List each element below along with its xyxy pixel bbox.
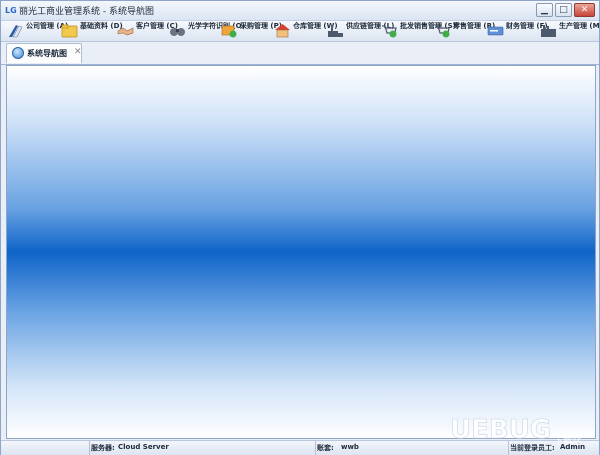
watermark-text: UEBUG bbox=[450, 415, 551, 445]
supply-chain-icon bbox=[327, 23, 344, 38]
title-bar: LG 丽光工商业管理系统 - 系统导航图 ▁ □ ✕ bbox=[1, 1, 599, 21]
toolbar-wholesale-management[interactable]: 批发销售管理 (S) bbox=[381, 21, 456, 41]
toolbar-basic-data[interactable]: 基础资料 (D) bbox=[61, 21, 123, 41]
warehouse-icon bbox=[274, 23, 291, 38]
clock-icon bbox=[12, 47, 24, 59]
status-divider bbox=[315, 441, 316, 455]
toolbar-finance-management[interactable]: 财务管理 (F) bbox=[487, 21, 548, 41]
toolbar-label: 生产管理 (M) bbox=[559, 22, 600, 30]
close-button[interactable]: ✕ bbox=[574, 3, 595, 17]
book-icon bbox=[7, 23, 24, 38]
bank-card-icon bbox=[487, 23, 504, 38]
window-title: 丽光工商业管理系统 - 系统导航图 bbox=[19, 7, 154, 17]
toolbar-supply-chain-management[interactable]: 供应链管理 (L) bbox=[327, 21, 394, 41]
folder-icon bbox=[61, 23, 78, 38]
navigation-canvas bbox=[6, 65, 596, 439]
site-watermark-logo: UEBUG 下载站 bbox=[450, 415, 581, 447]
account-value: wwb bbox=[341, 443, 359, 451]
status-divider bbox=[89, 441, 90, 455]
binoculars-icon bbox=[169, 23, 186, 38]
minimize-button[interactable]: ▁ bbox=[536, 3, 553, 17]
toolbar-retail-management[interactable]: 零售管理 (R) bbox=[434, 21, 495, 41]
maximize-button[interactable]: □ bbox=[555, 3, 572, 17]
main-toolbar: 公司管理 (A) 基础资料 (D) 客户管理 (C) 光学字符识别 (O) 采购… bbox=[1, 21, 600, 42]
app-window: LG 丽光工商业管理系统 - 系统导航图 ▁ □ ✕ 公司管理 (A) 基础资料… bbox=[0, 0, 600, 455]
tab-system-navigation[interactable]: 系统导航图 ✕ bbox=[6, 43, 82, 63]
toolbar-company-management[interactable]: 公司管理 (A) bbox=[7, 21, 68, 41]
purchase-icon bbox=[221, 23, 238, 38]
tab-strip: 系统导航图 ✕ bbox=[1, 42, 599, 65]
factory-icon bbox=[540, 23, 557, 38]
app-logo-icon: LG bbox=[5, 6, 17, 15]
toolbar-warehouse-management[interactable]: 仓库管理 (W) bbox=[274, 21, 338, 41]
watermark-subtext: 下载站 bbox=[554, 435, 581, 447]
server-value: Cloud Server bbox=[118, 443, 169, 451]
wholesale-cart-icon bbox=[381, 23, 398, 38]
tab-label: 系统导航图 bbox=[27, 49, 67, 58]
handshake-icon bbox=[117, 23, 134, 38]
tab-close-icon[interactable]: ✕ bbox=[74, 47, 82, 57]
server-label: 服务器: bbox=[91, 444, 115, 452]
account-label: 账套: bbox=[317, 444, 334, 452]
toolbar-ocr[interactable]: 光学字符识别 (O) bbox=[169, 21, 245, 41]
retail-cart-icon bbox=[434, 23, 451, 38]
toolbar-production-management[interactable]: 生产管理 (M) bbox=[540, 21, 600, 41]
toolbar-purchase-management[interactable]: 采购管理 (P) bbox=[221, 21, 282, 41]
window-controls: ▁ □ ✕ bbox=[536, 3, 595, 17]
toolbar-customer-management[interactable]: 客户管理 (C) bbox=[117, 21, 178, 41]
